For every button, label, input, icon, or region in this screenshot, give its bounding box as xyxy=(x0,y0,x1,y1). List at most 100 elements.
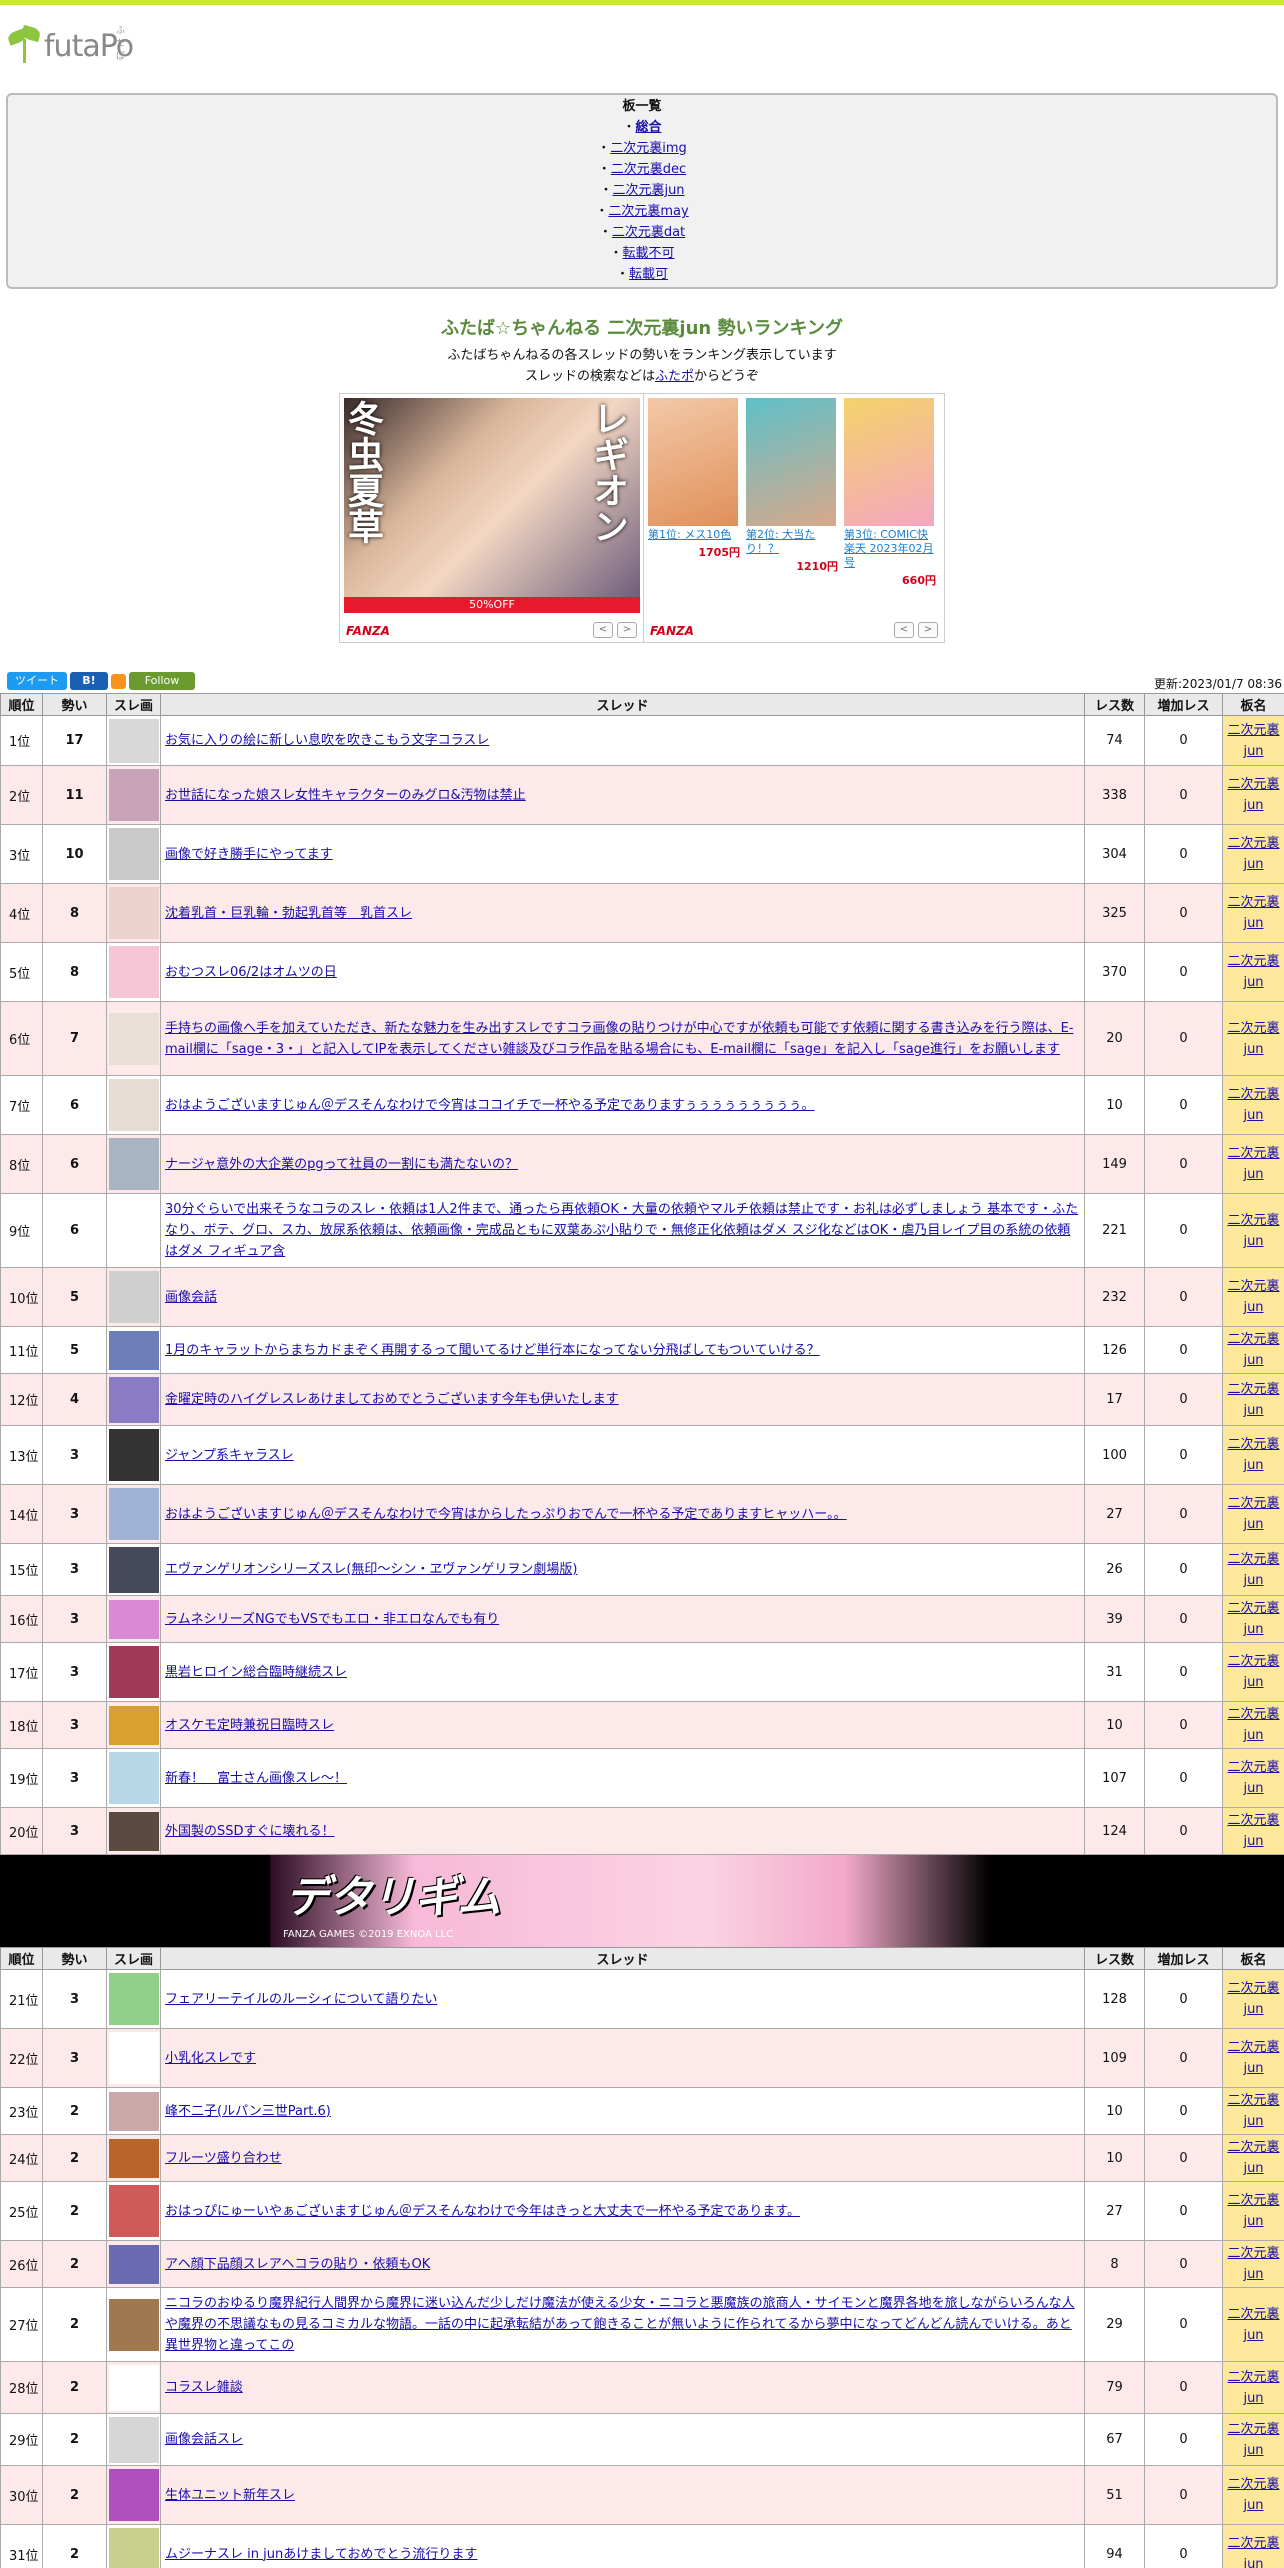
board-name-link-2[interactable]: jun xyxy=(1243,1108,1263,1123)
thumbnail-cell[interactable] xyxy=(106,2028,161,2088)
board-name-link[interactable]: 二次元裏 xyxy=(1227,1760,1279,1775)
thread-link[interactable]: 黒岩ヒロイン総合臨時継続スレ xyxy=(165,1665,347,1680)
board-name-link-2[interactable]: jun xyxy=(1243,857,1263,872)
thread-link[interactable]: おはようございますじゅん＠デスそんなわけで今宵はからしたっぷりおでんで一杯やる予… xyxy=(165,1507,847,1522)
board-name-link-2[interactable]: jun xyxy=(1243,975,1263,990)
ad-product[interactable]: 第3位: COMIC快楽天 2023年02月号 660円 xyxy=(844,398,936,588)
board-name-link-2[interactable]: jun xyxy=(1243,1834,1263,1849)
board-name-link-2[interactable]: jun xyxy=(1243,1573,1263,1588)
thread-thumbnail[interactable] xyxy=(109,2469,159,2521)
board-name-link[interactable]: 二次元裏 xyxy=(1227,1707,1279,1722)
thread-thumbnail[interactable] xyxy=(109,2032,159,2084)
board-name-link-2[interactable]: jun xyxy=(1243,1675,1263,1690)
thumbnail-cell[interactable] xyxy=(106,883,161,943)
thread-thumbnail[interactable] xyxy=(109,946,159,998)
thread-thumbnail[interactable] xyxy=(109,2091,159,2131)
thread-thumbnail[interactable] xyxy=(109,1012,159,1065)
board-name-link[interactable]: 二次元裏 xyxy=(1227,2093,1279,2108)
thread-link[interactable]: おはっぴにゅーいやぁございますじゅん＠デスそんなわけで今年はきっと大丈夫で一杯や… xyxy=(165,2204,800,2219)
thread-thumbnail[interactable] xyxy=(109,769,159,821)
thread-link[interactable]: ムジーナスレ in junあけましておめでとう流行ります xyxy=(165,2547,477,2562)
thumbnail-cell[interactable] xyxy=(106,1807,161,1855)
thread-thumbnail[interactable] xyxy=(109,2416,159,2463)
board-name-link[interactable]: 二次元裏 xyxy=(1227,1813,1279,1828)
thread-thumbnail[interactable] xyxy=(109,1204,159,1257)
board-link[interactable]: 二次元裏may xyxy=(608,204,688,219)
ad-product-image[interactable] xyxy=(844,398,934,526)
thumbnail-cell[interactable] xyxy=(106,2361,161,2414)
thumbnail-cell[interactable] xyxy=(106,2087,161,2135)
thumbnail-cell[interactable] xyxy=(106,765,161,825)
board-name-link-2[interactable]: jun xyxy=(1243,2267,1263,2282)
ad-product[interactable]: 第1位: メス10色 1705円 xyxy=(648,398,740,560)
board-name-link[interactable]: 二次元裏 xyxy=(1227,2536,1279,2551)
board-name-link-2[interactable]: jun xyxy=(1243,1234,1263,1249)
board-name-link[interactable]: 二次元裏 xyxy=(1227,2193,1279,2208)
board-name-link[interactable]: 二次元裏 xyxy=(1227,1146,1279,1161)
board-name-link-2[interactable]: jun xyxy=(1243,916,1263,931)
thumbnail-cell[interactable] xyxy=(106,1373,161,1426)
board-name-link[interactable]: 二次元裏 xyxy=(1227,1087,1279,1102)
ad-next-button-2[interactable]: > xyxy=(918,622,938,638)
board-name-link-2[interactable]: jun xyxy=(1243,1042,1263,1057)
board-name-link-2[interactable]: jun xyxy=(1243,2114,1263,2129)
thread-link[interactable]: 1月のキャラットからまちカドまぞく再開するって聞いてるけど単行本になってない分飛… xyxy=(165,1343,820,1358)
thumbnail-cell[interactable] xyxy=(106,2287,161,2362)
thumbnail-cell[interactable] xyxy=(106,1543,161,1596)
thumbnail-cell[interactable] xyxy=(106,1134,161,1194)
thread-link[interactable]: 金曜定時のハイグレスレあけましておめでとうございます今年も伊いたします xyxy=(165,1392,619,1407)
thumbnail-cell[interactable] xyxy=(106,1484,161,1544)
thread-link[interactable]: オスケモ定時兼祝日臨時スレ xyxy=(165,1718,334,1733)
thread-thumbnail[interactable] xyxy=(109,1973,159,2025)
board-name-link[interactable]: 二次元裏 xyxy=(1227,2477,1279,2492)
board-name-link[interactable]: 二次元裏 xyxy=(1227,954,1279,969)
thread-link[interactable]: 生体ユニット新年スレ xyxy=(165,2488,295,2503)
thread-thumbnail[interactable] xyxy=(109,1488,159,1540)
board-name-link[interactable]: 二次元裏 xyxy=(1227,777,1279,792)
board-link[interactable]: 転載可 xyxy=(629,267,668,282)
thread-thumbnail[interactable] xyxy=(109,1811,159,1851)
thumbnail-cell[interactable] xyxy=(106,942,161,1002)
thumbnail-cell[interactable] xyxy=(106,2134,161,2182)
board-link[interactable]: 二次元裏jun xyxy=(612,183,684,198)
board-name-link-2[interactable]: jun xyxy=(1243,744,1263,759)
board-name-link-2[interactable]: jun xyxy=(1243,798,1263,813)
board-link[interactable]: 二次元裏img xyxy=(610,141,687,156)
thread-link[interactable]: フェアリーテイルのルーシィについて語りたい xyxy=(165,1992,437,2007)
board-name-link-2[interactable]: jun xyxy=(1243,1300,1263,1315)
thread-link[interactable]: ナージャ意外の大企業のpgって社員の一割にも満たないの？ xyxy=(165,1157,518,1172)
thread-link[interactable]: 新春！ 富士さん画像スレ～！ xyxy=(165,1771,347,1786)
thumbnail-cell[interactable] xyxy=(106,2181,161,2241)
board-name-link[interactable]: 二次元裏 xyxy=(1227,2370,1279,2385)
board-name-link-2[interactable]: jun xyxy=(1243,1517,1263,1532)
thread-link[interactable]: 峰不二子(ルパン三世Part.6) xyxy=(165,2104,331,2119)
board-name-link[interactable]: 二次元裏 xyxy=(1227,1279,1279,1294)
thread-thumbnail[interactable] xyxy=(109,1376,159,1423)
board-name-link-2[interactable]: jun xyxy=(1243,2002,1263,2017)
thumbnail-cell[interactable] xyxy=(106,1642,161,1702)
thread-link[interactable]: お気に入りの絵に新しい息吹を吹きこもう文字コラスレ xyxy=(165,733,489,748)
thumbnail-cell[interactable] xyxy=(106,1326,161,1374)
board-name-link[interactable]: 二次元裏 xyxy=(1227,2140,1279,2155)
board-name-link[interactable]: 二次元裏 xyxy=(1227,1496,1279,1511)
hatena-bookmark-button[interactable]: B! xyxy=(70,672,108,690)
thread-thumbnail[interactable] xyxy=(109,2298,159,2351)
board-name-link-2[interactable]: jun xyxy=(1243,2391,1263,2406)
thumbnail-cell[interactable] xyxy=(106,715,161,766)
board-name-link[interactable]: 二次元裏 xyxy=(1227,2422,1279,2437)
thumbnail-cell[interactable] xyxy=(106,1075,161,1135)
board-name-link[interactable]: 二次元裏 xyxy=(1227,1601,1279,1616)
thumbnail-cell[interactable] xyxy=(106,1425,161,1485)
board-name-link-2[interactable]: jun xyxy=(1243,2557,1263,2568)
thread-link[interactable]: ラムネシリーズNGでもVSでもエロ・非エロなんでも有り xyxy=(165,1612,499,1627)
board-link[interactable]: 二次元裏dat xyxy=(612,225,685,240)
thread-thumbnail[interactable] xyxy=(109,1546,159,1593)
board-name-link[interactable]: 二次元裏 xyxy=(1227,895,1279,910)
tweet-button[interactable]: ツイート xyxy=(7,672,67,690)
thread-thumbnail[interactable] xyxy=(109,2185,159,2237)
thread-link[interactable]: 画像会話 xyxy=(165,1290,217,1305)
board-name-link[interactable]: 二次元裏 xyxy=(1227,2246,1279,2261)
board-name-link[interactable]: 二次元裏 xyxy=(1227,836,1279,851)
thread-link[interactable]: ジャンプ系キャラスレ xyxy=(165,1448,294,1463)
site-logo[interactable]: futaPo ふたぽ xyxy=(6,24,134,65)
